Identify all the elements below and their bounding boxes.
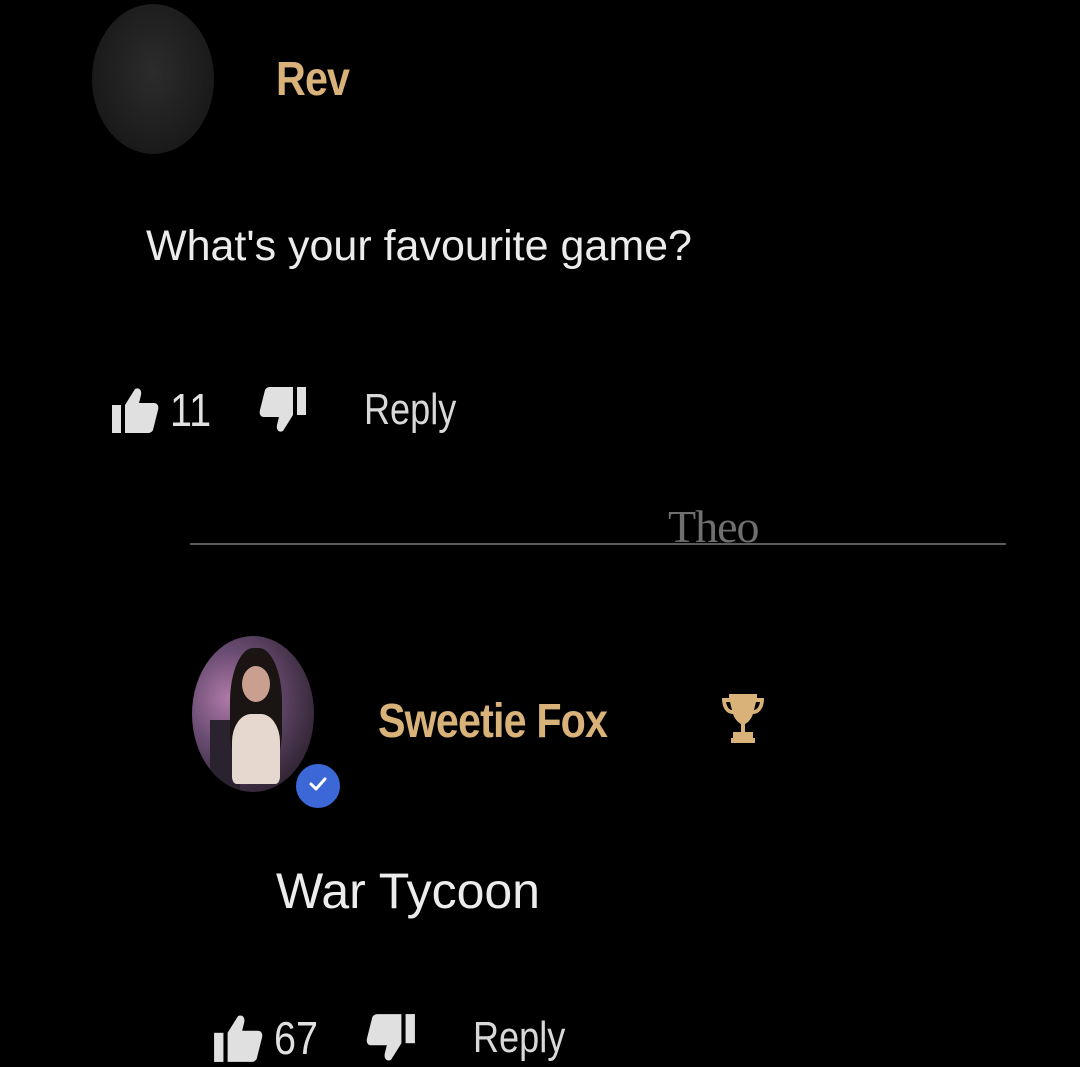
thumbs-up-icon[interactable] — [212, 1012, 264, 1064]
comment-author-name[interactable]: Sweetie Fox — [378, 694, 608, 749]
watermark: Theo — [668, 501, 760, 552]
comment-text: War Tycoon — [276, 863, 540, 919]
thumbs-up-icon[interactable] — [110, 385, 160, 435]
reply-button[interactable]: Reply — [364, 385, 456, 435]
verified-badge — [292, 760, 344, 812]
thumbs-down-icon[interactable] — [258, 385, 308, 435]
avatar[interactable] — [192, 636, 314, 792]
comment-actions: 67 Reply — [212, 1004, 586, 1067]
like-count: 11 — [170, 384, 212, 436]
avatar[interactable] — [92, 4, 214, 154]
like-count: 67 — [274, 1012, 319, 1064]
trophy-icon — [720, 690, 766, 751]
comment-actions: 11 Reply — [110, 378, 476, 442]
reply-button[interactable]: Reply — [473, 1013, 565, 1063]
comment-text: What's your favourite game? — [146, 222, 692, 270]
thumbs-down-icon[interactable] — [365, 1012, 417, 1064]
divider — [190, 543, 1006, 545]
comment-author-name[interactable]: Rev — [276, 52, 350, 107]
checkmark-icon — [307, 773, 329, 800]
